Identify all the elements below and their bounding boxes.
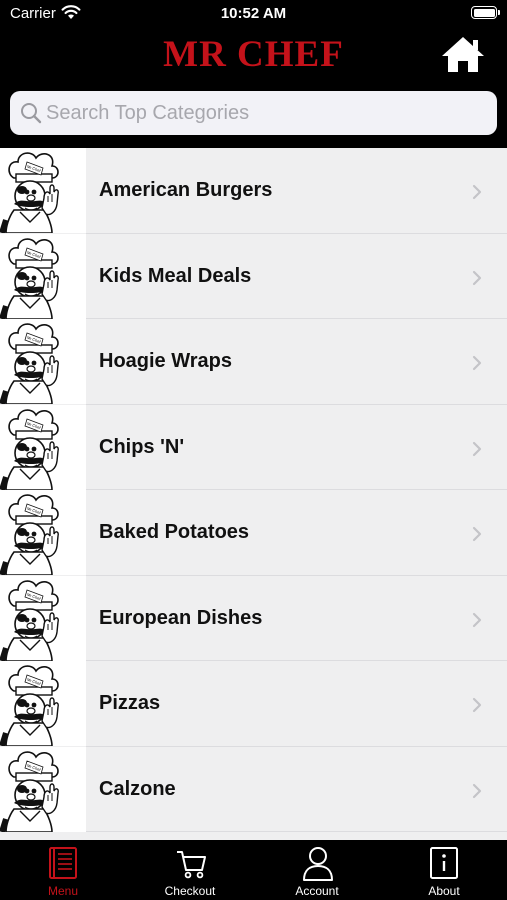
chef-thumbnail (0, 404, 86, 490)
category-row-kids-meal-deals[interactable]: Kids Meal Deals (0, 233, 507, 320)
category-label: Baked Potatoes (99, 521, 250, 543)
person-icon (303, 847, 333, 881)
search-input[interactable] (46, 97, 486, 129)
category-label: European Dishes (99, 606, 263, 629)
tab-account[interactable]: Account (254, 840, 380, 900)
chevron-right-icon (471, 611, 483, 634)
tab-bar: Menu Checkout Account About (0, 840, 507, 900)
nav-bar: MR CHEF (0, 28, 507, 86)
status-bar: Carrier 10:52 AM (0, 0, 507, 28)
category-row-calzone[interactable]: Calzone (0, 746, 507, 833)
chevron-right-icon (471, 183, 483, 206)
tab-menu[interactable]: Menu (0, 840, 126, 900)
category-row-chips-n[interactable]: Chips 'N' (0, 404, 507, 491)
category-label: American Burgers (99, 179, 273, 201)
chevron-right-icon (471, 440, 483, 463)
category-row-european-dishes[interactable]: European Dishes (0, 575, 507, 662)
cart-icon (177, 851, 206, 879)
tab-menu-label: Menu (47, 884, 79, 898)
chef-thumbnail (0, 661, 86, 746)
category-label: Pizzas (99, 692, 161, 714)
category-row-pizzas[interactable]: Pizzas (0, 661, 507, 747)
category-row-baked-potatoes[interactable]: Baked Potatoes (0, 490, 507, 576)
category-row-hoagie-wraps[interactable]: Hoagie Wraps (0, 319, 507, 405)
row-divider (86, 831, 507, 832)
tab-checkout-label: Checkout (164, 884, 216, 898)
battery-icon (471, 6, 500, 19)
home-button[interactable] (440, 34, 486, 74)
search-bar[interactable] (10, 91, 497, 135)
tab-about[interactable]: About (381, 840, 507, 900)
menu-book-icon (49, 847, 77, 879)
chevron-right-icon (471, 354, 483, 377)
info-icon (430, 847, 458, 879)
category-label: Kids Meal Deals (99, 264, 252, 287)
chevron-right-icon (471, 696, 483, 719)
search-icon (20, 102, 42, 129)
brand-logo: MR CHEF (163, 34, 344, 75)
chef-thumbnail (0, 148, 86, 233)
chef-thumbnail (0, 746, 86, 832)
category-label: Hoagie Wraps (99, 350, 232, 372)
chef-thumbnail (0, 575, 86, 661)
category-label: Chips 'N' (99, 435, 185, 458)
chef-thumbnail (0, 233, 86, 319)
category-row-american-burgers[interactable]: American Burgers (0, 148, 507, 234)
tab-checkout[interactable]: Checkout (127, 840, 253, 900)
chevron-right-icon (471, 269, 483, 292)
chef-thumbnail (0, 319, 86, 404)
tab-account-label: Account (295, 884, 339, 898)
chef-thumbnail (0, 490, 86, 575)
chevron-right-icon (471, 782, 483, 805)
category-list: American Burgers Kids Meal Deals Hoagie … (0, 148, 507, 840)
home-icon (442, 37, 484, 72)
category-label: Calzone (99, 777, 176, 800)
tab-about-label: About (428, 884, 460, 898)
chevron-right-icon (471, 525, 483, 548)
status-time: 10:52 AM (220, 5, 287, 22)
